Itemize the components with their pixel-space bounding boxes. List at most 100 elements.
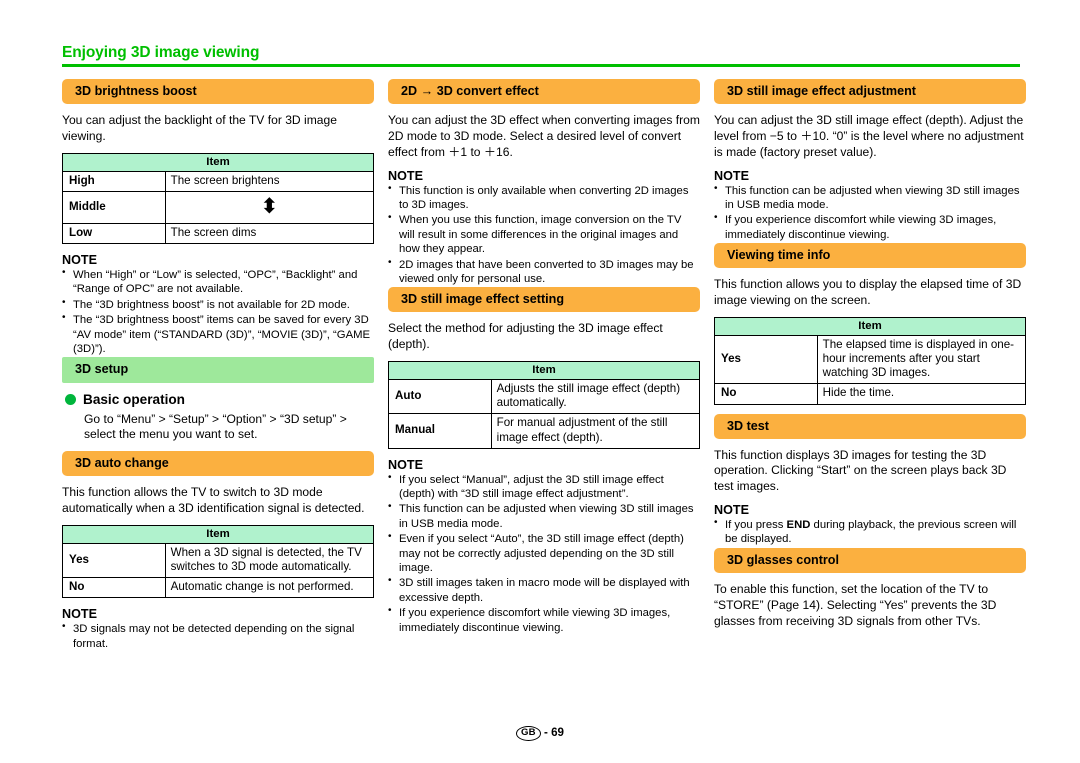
note-list: If you press END during playback, the pr… xyxy=(714,517,1026,547)
note-item: 2D images that have been converted to 3D… xyxy=(388,257,700,287)
paragraph-3d-still-image-effect-adjustment: You can adjust the 3D still image effect… xyxy=(714,113,1024,159)
note-label: NOTE xyxy=(714,503,749,518)
table-row: Auto Adjusts the still image effect (dept… xyxy=(388,379,701,415)
table-row: No Hide the time. xyxy=(714,383,1027,405)
table-cell-key: Yes xyxy=(714,334,818,385)
note-list: This function can be adjusted when viewi… xyxy=(714,183,1026,243)
note-item: This function is only available when con… xyxy=(388,183,700,213)
note-label: NOTE xyxy=(62,253,97,268)
table-row: Yes When a 3D signal is detected, the TV … xyxy=(62,542,375,579)
note-label: NOTE xyxy=(62,607,97,622)
table-header-item: Item xyxy=(388,361,700,381)
note-list: When “High” or “Low” is selected, “OPC”,… xyxy=(62,267,374,356)
paragraph-viewing-time-info: This function allows you to display the … xyxy=(714,277,1022,308)
note-item: If you press END during playback, the pr… xyxy=(714,517,1026,547)
paragraph-basic-operation: Go to “Menu” > “Setup” > “Option” > “3D … xyxy=(84,411,347,442)
table-cell-value: Automatic change is not performed. xyxy=(164,577,375,599)
table-cell-value: The screen brightens xyxy=(164,170,375,192)
table-row: High The screen brightens xyxy=(62,170,375,192)
table-row: Middle ⬍ xyxy=(62,190,375,224)
note-item: The “3D brightness boost” items can be s… xyxy=(62,312,374,356)
note-3d-still-image-effect-adjustment: NOTEThis function can be adjusted when v… xyxy=(714,169,1026,243)
page-title: Enjoying 3D image viewing xyxy=(62,44,260,61)
heading-basic-operation-label: Basic operation xyxy=(83,391,185,407)
table-row: Low The screen dims xyxy=(62,222,375,245)
region-badge: GB xyxy=(515,726,541,741)
green-dot-icon xyxy=(65,393,76,405)
note-3d-auto-change: NOTE3D signals may not be detected depen… xyxy=(62,607,374,651)
heading-3d-brightness-boost: 3D brightness boost xyxy=(62,79,374,105)
note-item: The “3D brightness boost” is not availab… xyxy=(62,297,374,312)
table-cell-value: Hide the time. xyxy=(816,383,1027,405)
paragraph-2d-to-3d-convert-effect: You can adjust the 3D effect when conver… xyxy=(388,113,700,159)
note-item: When “High” or “Low” is selected, “OPC”,… xyxy=(62,267,374,297)
note-item: When you use this function, image conver… xyxy=(388,212,700,256)
table-row: Yes The elapsed time is displayed in one-… xyxy=(714,334,1027,385)
title-divider xyxy=(62,64,1020,68)
table-cell-key: No xyxy=(62,577,166,599)
table-cell-value: The elapsed time is displayed in one-hou… xyxy=(816,334,1027,385)
table-row: Manual For manual adjustment of the still… xyxy=(388,413,701,449)
heading-3d-still-image-effect-setting: 3D still image effect setting xyxy=(388,287,700,313)
paragraph-3d-still-image-effect-setting: Select the method for adjusting the 3D i… xyxy=(388,321,663,352)
note-list: This function is only available when con… xyxy=(388,183,700,287)
table-cell-key: Auto xyxy=(388,379,492,415)
heading-viewing-time-info: Viewing time info xyxy=(714,243,1026,269)
note-item: If you experience discomfort while viewi… xyxy=(714,212,1026,242)
table-cell-key: Middle xyxy=(62,190,166,224)
note-label: NOTE xyxy=(388,168,423,183)
table-header-item: Item xyxy=(714,316,1026,336)
table-cell-key: Low xyxy=(62,222,166,245)
note-item: If you experience discomfort while viewi… xyxy=(388,605,700,635)
table-cell-value: The screen dims xyxy=(164,222,375,245)
column-3: 3D still image effect adjustment You can … xyxy=(714,79,1027,637)
paragraph-3d-auto-change: This function allows the TV to switch to… xyxy=(62,485,365,516)
table-cell-key: No xyxy=(714,383,818,405)
heading-3d-still-image-effect-adjustment: 3D still image effect adjustment xyxy=(714,79,1026,105)
heading-2d-to-3d-convert-effect: 2D → 3D convert effect xyxy=(388,79,700,105)
table-cell-value: ⬍ xyxy=(164,190,375,224)
table-3d-still-image-effect-setting: Item Auto Adjusts the still image effect (… xyxy=(388,361,701,449)
note-3d-test: NOTEIf you press END during playback, th… xyxy=(714,503,1026,547)
footer-separator: - xyxy=(544,726,548,740)
table-cell-key: High xyxy=(62,170,166,192)
table-cell-value: Adjusts the still image effect (depth) a… xyxy=(490,379,701,415)
table-3d-auto-change: Item Yes When a 3D signal is detected, the… xyxy=(62,524,375,599)
note-list: If you select “Manual”, adjust the 3D st… xyxy=(388,472,700,635)
note-2d-to-3d-convert-effect: NOTEThis function is only available when… xyxy=(388,169,700,287)
column-2: 2D → 3D convert effect You can adjust the… xyxy=(388,79,701,636)
table-cell-key: Yes xyxy=(62,542,166,579)
table-row: No Automatic change is not performed. xyxy=(62,577,375,599)
heading-3d-test: 3D test xyxy=(714,413,1026,439)
note-3d-brightness-boost: NOTEWhen “High” or “Low” is selected, “O… xyxy=(62,253,374,356)
heading-basic-operation: Basic operation xyxy=(65,392,374,407)
note-3d-still-image-effect-setting: NOTEIf you select “Manual”, adjust the 3… xyxy=(388,458,700,635)
note-item: 3D still images taken in macro mode will… xyxy=(388,575,700,605)
page-footer: GB - 69 xyxy=(0,726,1080,741)
note-item: If you select “Manual”, adjust the 3D st… xyxy=(388,472,700,502)
table-viewing-time-info: Item Yes The elapsed time is displayed in … xyxy=(714,316,1027,405)
note-list: 3D signals may not be detected depending… xyxy=(62,621,374,651)
heading-3d-glasses-control: 3D glasses control xyxy=(714,547,1026,573)
manual-page: Enjoying 3D image viewing 3D brightness … xyxy=(0,0,1080,763)
table-header-item: Item xyxy=(62,524,374,544)
table-3d-brightness-boost: Item High The screen brightens Middle ⬍ Low Th… xyxy=(62,152,375,245)
note-item: This function can be adjusted when viewi… xyxy=(714,183,1026,213)
note-item: This function can be adjusted when viewi… xyxy=(388,501,700,531)
note-item: 3D signals may not be detected depending… xyxy=(62,621,374,651)
table-header-item: Item xyxy=(62,152,374,172)
table-cell-value: For manual adjustment of the still image… xyxy=(490,413,701,449)
up-down-arrow-icon: ⬍ xyxy=(260,193,279,218)
note-item: Even if you select “Auto”, the 3D still … xyxy=(388,531,700,575)
page-number: 69 xyxy=(551,726,565,740)
note-label: NOTE xyxy=(714,168,749,183)
column-container: 3D brightness boost You can adjust the ba… xyxy=(62,79,1027,652)
heading-3d-setup: 3D setup xyxy=(62,357,374,383)
note-label: NOTE xyxy=(388,457,423,472)
paragraph-3d-brightness-boost: You can adjust the backlight of the TV f… xyxy=(62,113,337,143)
column-1: 3D brightness boost You can adjust the ba… xyxy=(62,79,375,652)
paragraph-3d-glasses-control: To enable this function, set the locatio… xyxy=(714,581,997,628)
table-cell-key: Manual xyxy=(388,413,492,449)
table-cell-value: When a 3D signal is detected, the TV swi… xyxy=(164,542,375,579)
heading-3d-auto-change: 3D auto change xyxy=(62,451,374,477)
